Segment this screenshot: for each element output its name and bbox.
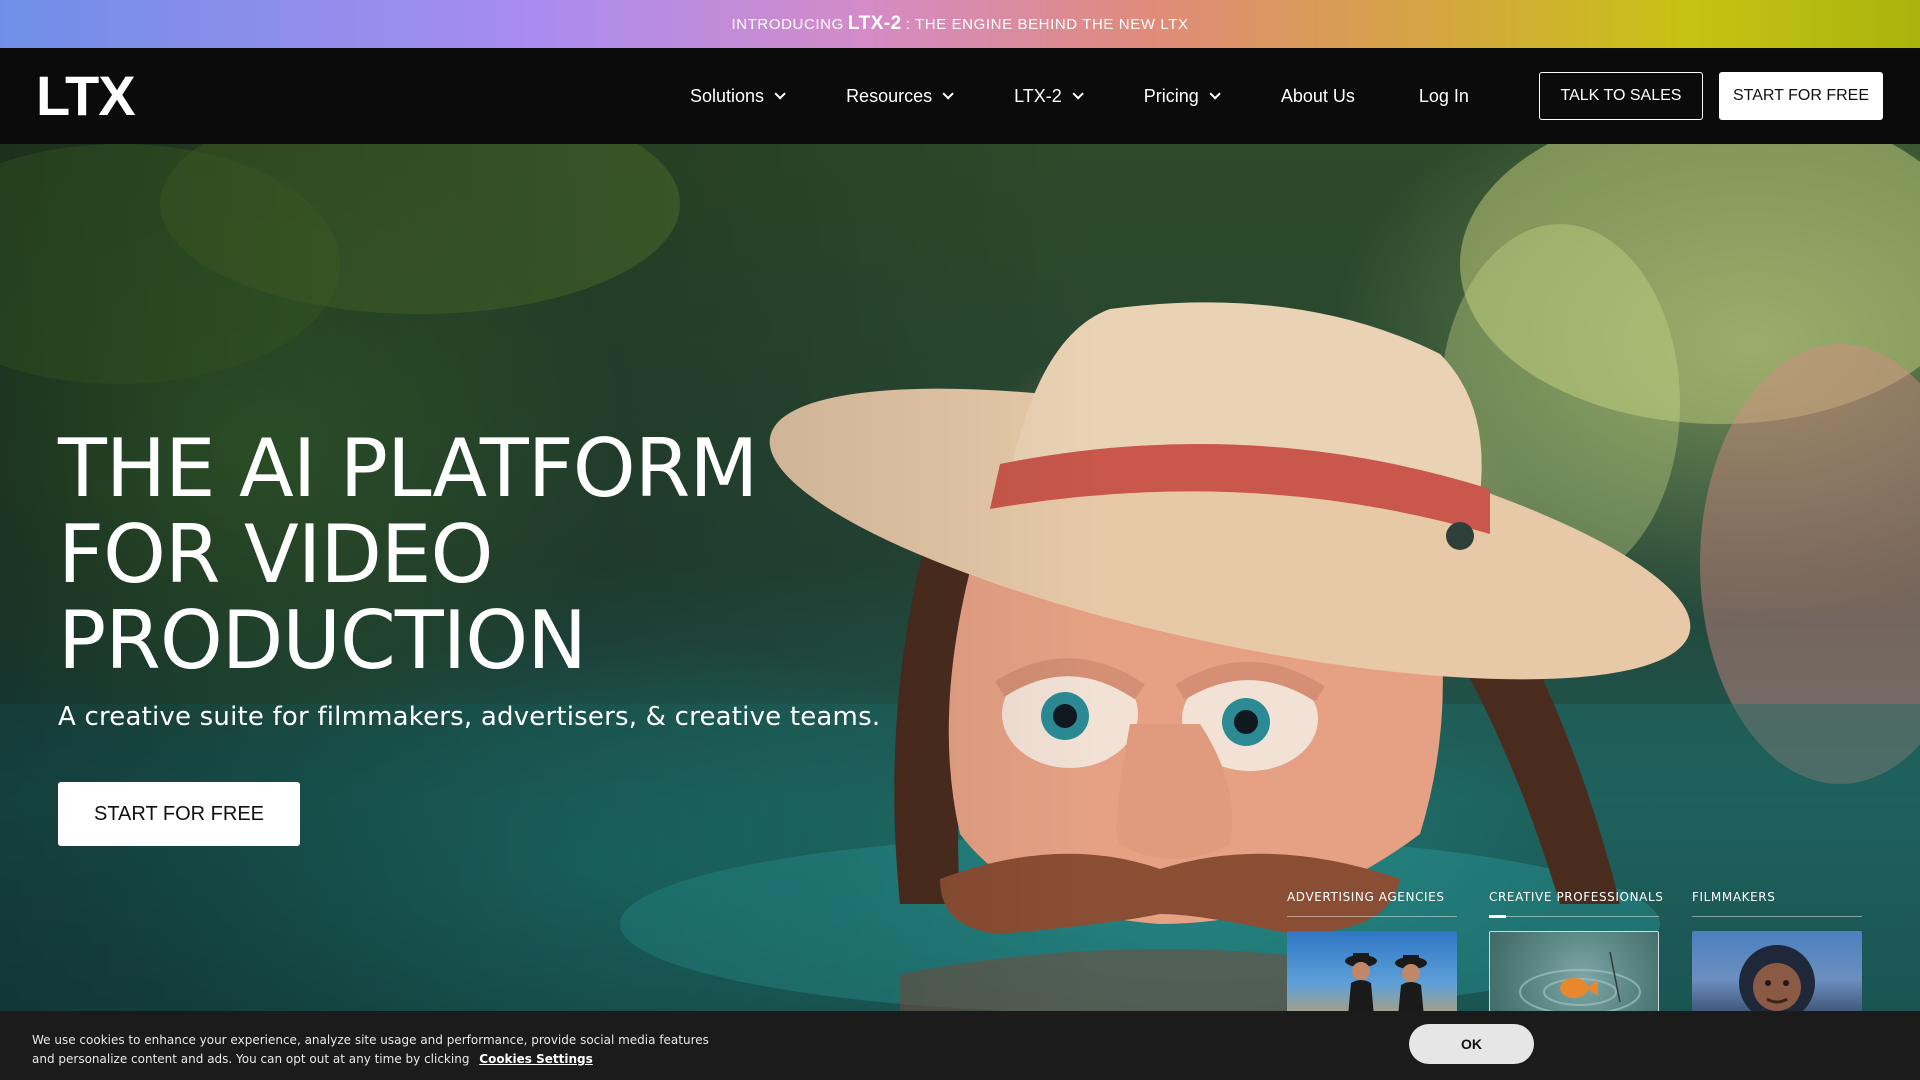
audience-tab-creative-professionals[interactable]: CREATIVE PROFESSIONALS bbox=[1489, 890, 1664, 1027]
nav-solutions[interactable]: Solutions bbox=[690, 85, 786, 107]
audience-tab-filmmakers[interactable]: FILMMAKERS bbox=[1692, 890, 1862, 1027]
chevron-down-icon bbox=[1072, 88, 1084, 100]
nav-log-in-label: Log In bbox=[1418, 85, 1469, 106]
announcement-bar[interactable]: INTRODUCING LTX-2 : THE ENGINE BEHIND TH… bbox=[0, 0, 1920, 48]
hero-start-for-free-button[interactable]: START FOR FREE bbox=[58, 782, 300, 846]
cookie-ok-button[interactable]: OK bbox=[1409, 1024, 1534, 1064]
nav-resources[interactable]: Resources bbox=[846, 85, 954, 107]
nav-start-for-free-button[interactable]: START FOR FREE bbox=[1719, 72, 1883, 120]
top-nav: LTX Solutions Resources LTX-2 Pricing Ab… bbox=[0, 48, 1920, 144]
headline-line-1: THE AI PLATFORM bbox=[58, 422, 758, 515]
headline-line-2: FOR VIDEO bbox=[58, 508, 493, 601]
hero-subheadline: A creative suite for filmmakers, adverti… bbox=[58, 702, 881, 732]
audience-tab-advertising-agencies[interactable]: ADVERTISING AGENCIES bbox=[1287, 890, 1457, 1027]
nav-ltx-2-label: LTX-2 bbox=[1014, 85, 1062, 106]
chevron-down-icon bbox=[942, 88, 954, 100]
nav-solutions-label: Solutions bbox=[690, 85, 765, 106]
audience-tab-label: FILMMAKERS bbox=[1692, 890, 1776, 904]
nav-ltx-2[interactable]: LTX-2 bbox=[1014, 85, 1084, 107]
nav-about-us-label: About Us bbox=[1280, 85, 1355, 106]
audience-tab-progress-track bbox=[1287, 916, 1457, 917]
announcement-brand: LTX-2 bbox=[847, 13, 902, 34]
cookie-text: We use cookies to enhance your experienc… bbox=[32, 1033, 709, 1066]
audience-tab-progress-fill bbox=[1489, 915, 1506, 918]
nav-pricing-label: Pricing bbox=[1143, 85, 1199, 106]
main-menu: Solutions Resources LTX-2 Pricing About … bbox=[690, 48, 1533, 144]
ltx-logo[interactable]: LTX bbox=[36, 68, 136, 124]
audience-tab-label: CREATIVE PROFESSIONALS bbox=[1489, 890, 1664, 904]
announcement-prefix: INTRODUCING bbox=[731, 15, 844, 33]
nav-about-us[interactable]: About Us bbox=[1281, 86, 1355, 107]
audience-tab-label: ADVERTISING AGENCIES bbox=[1287, 890, 1445, 904]
hero-headline: THE AI PLATFORM FOR VIDEO PRODUCTION bbox=[58, 426, 818, 684]
headline-line-3: PRODUCTION bbox=[58, 594, 587, 687]
announcement-suffix: : THE ENGINE BEHIND THE NEW LTX bbox=[905, 15, 1189, 33]
hero-section: THE AI PLATFORM FOR VIDEO PRODUCTION A c… bbox=[0, 144, 1920, 1080]
cookies-settings-link[interactable]: Cookies Settings bbox=[479, 1052, 593, 1066]
talk-to-sales-button[interactable]: TALK TO SALES bbox=[1539, 72, 1703, 120]
cookie-banner: We use cookies to enhance your experienc… bbox=[0, 1011, 1920, 1080]
nav-pricing[interactable]: Pricing bbox=[1143, 85, 1221, 107]
chevron-down-icon bbox=[774, 88, 786, 100]
audience-tab-progress-track bbox=[1489, 915, 1659, 918]
nav-log-in[interactable]: Log In bbox=[1419, 86, 1469, 107]
audience-tab-progress-track bbox=[1692, 916, 1862, 917]
chevron-down-icon bbox=[1209, 88, 1221, 100]
cookie-message: We use cookies to enhance your experienc… bbox=[32, 1031, 712, 1069]
nav-resources-label: Resources bbox=[846, 85, 933, 106]
